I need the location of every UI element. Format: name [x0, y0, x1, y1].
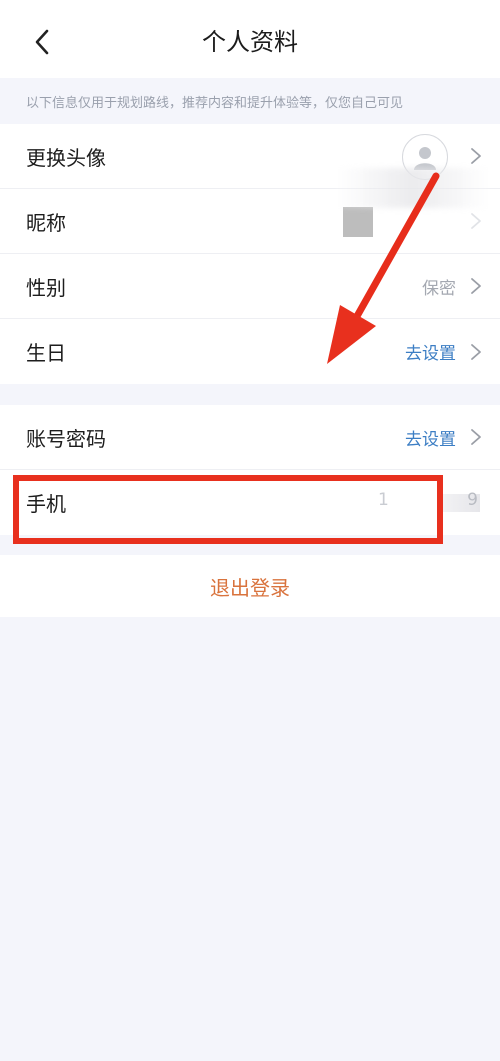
row-nickname[interactable]: 昵称 — [0, 189, 500, 254]
row-change-avatar[interactable]: 更换头像 — [0, 124, 500, 189]
user-placeholder-icon — [414, 147, 436, 170]
chevron-right-icon — [471, 148, 481, 164]
phone-value-end: 9 — [467, 490, 478, 510]
logout-label: 退出登录 — [210, 575, 290, 600]
chevron-right-icon — [471, 429, 481, 445]
birthday-set-link[interactable]: 去设置 — [405, 339, 456, 364]
avatar[interactable] — [402, 134, 448, 180]
chevron-right-icon — [471, 278, 481, 294]
profile-group: 更换头像 昵称 性别 保密 生日 去设置 — [0, 124, 500, 384]
row-label: 更换头像 — [26, 145, 106, 170]
row-label: 账号密码 — [26, 426, 106, 451]
gender-value: 保密 — [422, 278, 456, 299]
row-label: 昵称 — [26, 210, 66, 235]
row-birthday[interactable]: 生日 去设置 — [0, 319, 500, 384]
row-label: 手机 — [26, 492, 66, 516]
row-gender[interactable]: 性别 保密 — [0, 254, 500, 319]
phone-value-start: 1 — [378, 490, 389, 510]
chevron-right-icon — [471, 343, 481, 360]
row-phone[interactable]: 手机 1 9 — [0, 470, 500, 535]
password-set-link[interactable]: 去设置 — [405, 425, 456, 450]
row-label: 生日 — [26, 341, 66, 365]
logout-button[interactable]: 退出登录 — [0, 555, 500, 617]
privacy-notice-text: 以下信息仅用于规划路线，推荐内容和提升体验等，仅您自己可见 — [26, 96, 404, 111]
page-title: 个人资料 — [202, 28, 298, 56]
account-group: 账号密码 去设置 手机 1 9 — [0, 405, 500, 535]
privacy-notice: 以下信息仅用于规划路线，推荐内容和提升体验等，仅您自己可见 — [0, 78, 500, 124]
chevron-right-icon — [471, 213, 481, 229]
row-account-password[interactable]: 账号密码 去设置 — [0, 405, 500, 470]
top-bar: 个人资料 — [0, 0, 500, 78]
row-label: 性别 — [26, 275, 66, 300]
nickname-redacted — [343, 207, 373, 237]
